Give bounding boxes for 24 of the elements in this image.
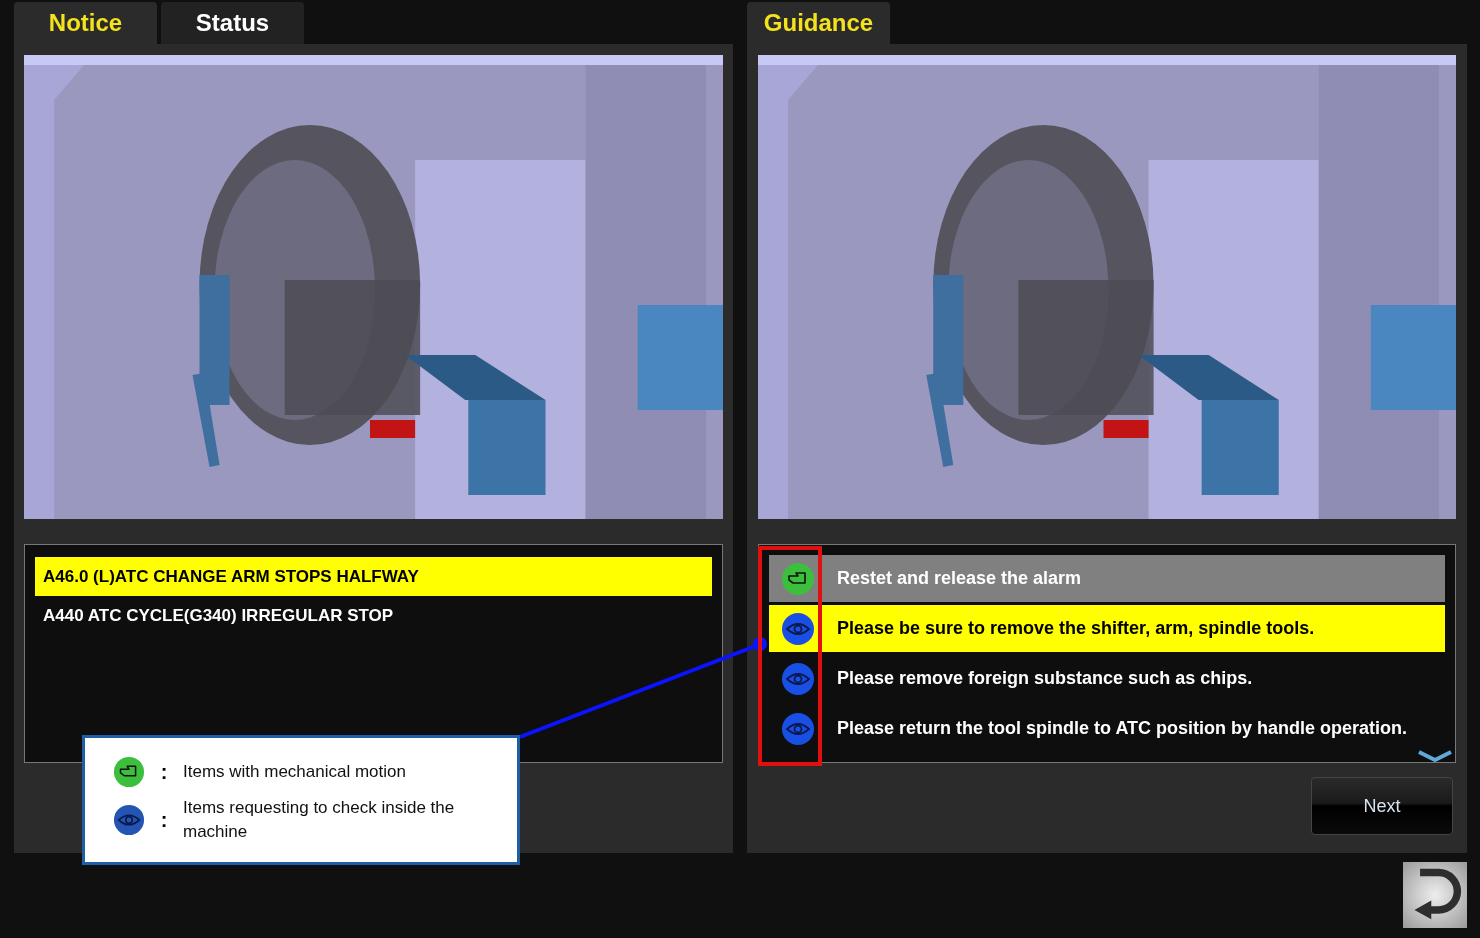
guidance-item[interactable]: Please remove foreign substance such as chips. [769, 655, 1445, 702]
guidance-item[interactable]: Restet and release the alarm [769, 555, 1445, 602]
guidance-item[interactable]: Please be sure to remove the shifter, arm, spindle tools. [769, 605, 1445, 652]
tab[interactable]: Notice [14, 2, 157, 44]
next-button[interactable]: Next [1311, 777, 1453, 835]
eye-icon [781, 611, 815, 646]
eye-icon [781, 661, 815, 696]
tab[interactable]: Status [161, 2, 304, 44]
guidance-text: Please return the tool spindle to ATC position by handle operation. [837, 717, 1408, 740]
legend-text: Items requesting to check inside the machine [183, 797, 456, 843]
chevron-down-icon[interactable] [1417, 750, 1453, 762]
legend-separator: : [159, 760, 169, 785]
eye-icon [113, 804, 145, 836]
eye-icon [781, 711, 815, 746]
guidance-text: Please be sure to remove the shifter, arm, spindle tools. [837, 617, 1315, 640]
guidance-text: Restet and release the alarm [837, 567, 1082, 590]
tab[interactable]: Guidance [747, 2, 890, 44]
guidance-item[interactable]: Please return the tool spindle to ATC position by handle operation. [769, 705, 1445, 752]
alarm-item[interactable]: A440 ATC CYCLE(G340) IRREGULAR STOP [35, 596, 712, 635]
return-button[interactable] [1403, 862, 1467, 928]
legend-separator: : [159, 808, 169, 833]
guidance-text: Please remove foreign substance such as chips. [837, 667, 1253, 690]
alarm-item[interactable]: A46.0 (L)ATC CHANGE ARM STOPS HALFWAY [35, 557, 712, 596]
legend-text: Items with mechanical motion [183, 761, 407, 783]
